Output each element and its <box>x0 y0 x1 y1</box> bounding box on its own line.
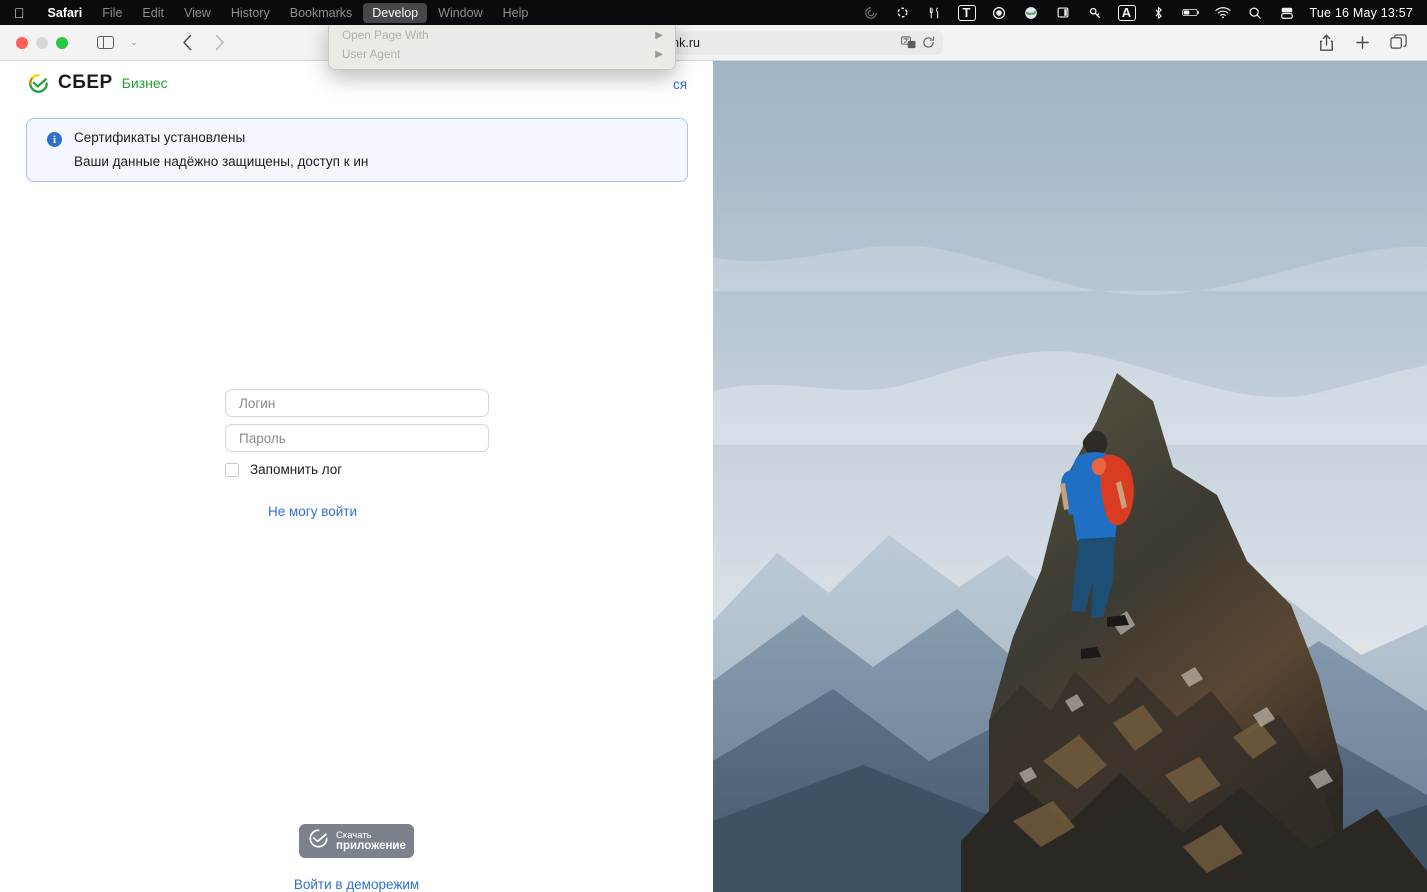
keyboard-layout-icon[interactable]: A <box>1117 4 1136 21</box>
register-link[interactable]: ся <box>631 77 687 92</box>
banner-text: Ваши данные надёжно защищены, доступ к и… <box>74 154 369 169</box>
menubar-item-bookmarks[interactable]: Bookmarks <box>281 3 362 23</box>
close-button[interactable] <box>16 36 28 49</box>
share-icon[interactable] <box>1311 30 1341 56</box>
screen:  Safari File Edit View History Bookmark… <box>0 0 1427 892</box>
chevron-right-icon: ▶ <box>655 29 663 41</box>
toolbar-left-group: ⌄ <box>90 30 234 56</box>
remember-checkbox[interactable] <box>225 462 239 477</box>
globe-icon[interactable] <box>1022 5 1040 21</box>
logo-brand-text: СБЕР <box>58 72 113 93</box>
demo-mode-link[interactable]: Войти в деморежим <box>0 877 713 892</box>
password-input[interactable]: Пароль <box>225 424 489 452</box>
banner-body: Сертификаты установлены Ваши данные надё… <box>74 130 368 181</box>
key-icon[interactable] <box>1086 5 1104 21</box>
menubar-item-safari[interactable]: Safari <box>39 3 92 23</box>
menubar-item-develop[interactable]: Develop <box>363 2 428 23</box>
forward-button[interactable] <box>204 30 234 56</box>
maximize-button[interactable] <box>56 36 68 49</box>
login-panel: СБЕР Бизнес ся i Сертификаты установлены… <box>0 61 713 892</box>
utensils-icon[interactable] <box>926 5 944 21</box>
develop-menu[interactable]: Open Page With ▶ User Agent ▶ <box>328 20 676 71</box>
menubar-item-edit[interactable]: Edit <box>133 3 173 23</box>
menu-item-label: User Agent <box>342 47 401 62</box>
web-page: СБЕР Бизнес ся i Сертификаты установлены… <box>0 61 1427 892</box>
download-app-button[interactable]: Скачать приложение <box>299 824 414 858</box>
logo-sub-text: Бизнес <box>121 75 168 91</box>
reload-icon[interactable] <box>922 36 935 49</box>
spiral-icon[interactable] <box>862 5 880 21</box>
certificates-banner: i Сертификаты установлены Ваши данные на… <box>26 118 688 182</box>
banner-title: Сертификаты установлены <box>74 130 246 145</box>
download-label: Скачать приложение <box>336 830 406 853</box>
minimize-button[interactable] <box>36 36 48 49</box>
record-circle-icon[interactable] <box>990 5 1008 21</box>
menubar-item-history[interactable]: History <box>222 3 279 23</box>
back-button[interactable] <box>172 30 202 56</box>
chevron-right-icon: ▶ <box>655 48 663 60</box>
translate-icon[interactable] <box>900 36 916 49</box>
info-icon: i <box>47 132 62 147</box>
text-input-icon[interactable]: T <box>957 4 976 21</box>
cant-login-link[interactable]: Не могу войти <box>225 504 400 519</box>
macos-menubar:  Safari File Edit View History Bookmark… <box>0 0 1427 25</box>
login-input[interactable]: Логин <box>225 389 489 417</box>
display-icon[interactable] <box>1054 5 1072 21</box>
control-center-icon[interactable] <box>1278 5 1296 21</box>
bluetooth-icon[interactable] <box>1150 5 1168 21</box>
battery-icon[interactable] <box>1181 5 1200 21</box>
sidebar-icon[interactable] <box>90 30 120 56</box>
remember-label: Запомнить лог <box>250 462 343 477</box>
toolbar-right-group <box>1311 30 1427 56</box>
tabs-overview-icon[interactable] <box>1383 30 1413 56</box>
chevron-down-icon[interactable]: ⌄ <box>122 30 152 56</box>
new-tab-icon[interactable] <box>1347 30 1377 56</box>
menubar-item-help[interactable]: Help <box>494 3 538 23</box>
menu-item-open-page-with[interactable]: Open Page With ▶ <box>329 26 675 45</box>
status-tray: T A Tue 16 May 13:57 <box>862 4 1427 21</box>
menubar-item-file[interactable]: File <box>93 3 131 23</box>
remember-login-row[interactable]: Запомнить лог <box>225 462 489 477</box>
login-form: Логин Пароль Запомнить лог Не могу войти <box>225 389 489 519</box>
window-controls <box>0 36 68 49</box>
menubar-clock[interactable]: Tue 16 May 13:57 <box>1310 6 1414 20</box>
sber-check-icon-small <box>308 828 329 854</box>
download-line2: приложение <box>336 840 406 852</box>
menu-item-label: Open Page With <box>342 28 429 43</box>
wifi-icon[interactable] <box>1214 5 1232 21</box>
menubar-item-window[interactable]: Window <box>429 3 491 23</box>
browser-toolbar: ⌄ sbi.sberbank.ru <box>0 25 1427 61</box>
sber-logo[interactable]: СБЕР Бизнес <box>28 72 168 94</box>
menubar-item-view[interactable]: View <box>175 3 220 23</box>
apple-icon[interactable]:  <box>0 6 38 20</box>
loading-circle-icon[interactable] <box>894 5 912 21</box>
search-icon[interactable] <box>1246 5 1264 21</box>
menu-item-user-agent[interactable]: User Agent ▶ <box>329 45 675 64</box>
hero-photo <box>713 61 1427 892</box>
sber-check-icon <box>28 73 49 94</box>
